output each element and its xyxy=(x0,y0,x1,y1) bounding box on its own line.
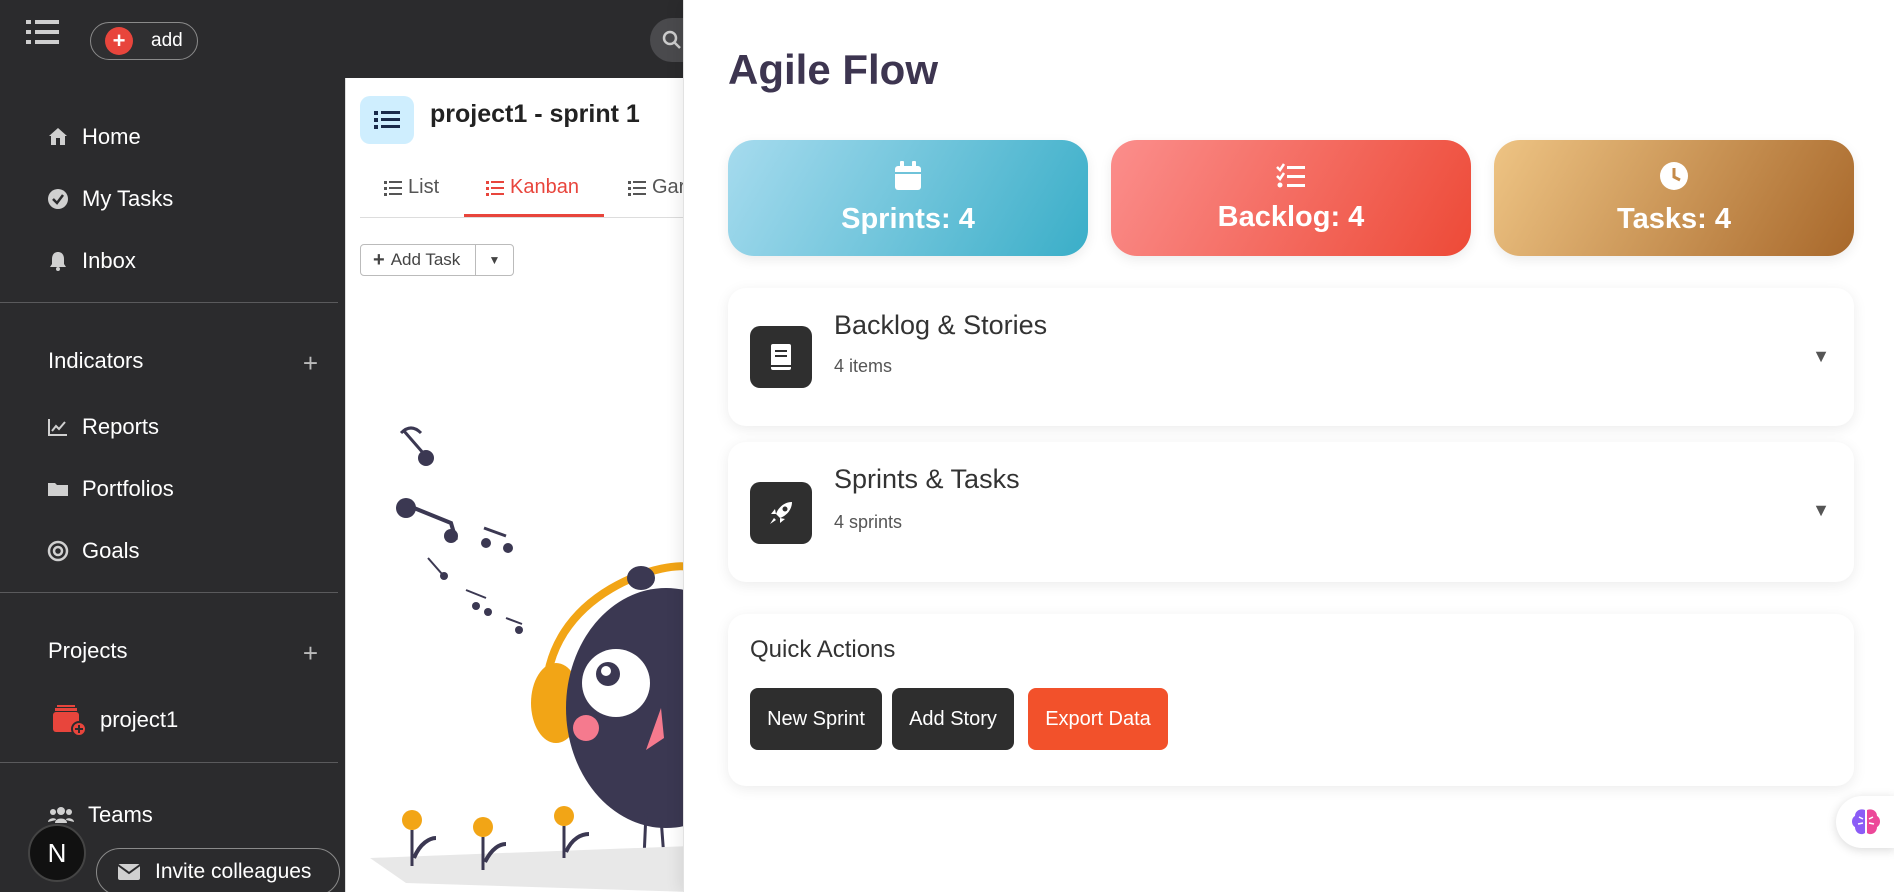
divider xyxy=(0,762,338,763)
brain-icon xyxy=(1852,809,1880,835)
invite-colleagues-button[interactable]: Invite colleagues xyxy=(96,848,340,892)
projects-title: Projects xyxy=(48,638,128,663)
add-button[interactable]: + add xyxy=(90,22,198,60)
stat-label: Backlog: 4 xyxy=(1217,200,1365,233)
list-icon xyxy=(628,180,646,196)
sidebar-item-label: Home xyxy=(82,124,141,149)
sidebar-item-label: project1 xyxy=(100,707,179,732)
tab-divider xyxy=(360,217,691,218)
empty-state-illustration xyxy=(346,318,691,892)
add-project-icon[interactable]: + xyxy=(303,638,318,669)
section-title: Backlog & Stories xyxy=(834,310,1048,340)
avatar[interactable]: N xyxy=(28,824,86,882)
sidebar: Home My Tasks Inbox Indicators + Reports… xyxy=(0,78,345,892)
tab-label: List xyxy=(408,176,440,198)
divider xyxy=(0,592,338,593)
section-subtitle: 4 sprints xyxy=(834,512,903,532)
menu-icon[interactable] xyxy=(26,18,62,48)
bell-icon xyxy=(50,252,66,271)
add-indicator-icon[interactable]: + xyxy=(303,348,318,379)
clock-icon xyxy=(1660,161,1688,190)
stat-card-backlog[interactable]: Backlog: 4 xyxy=(1111,140,1471,256)
sidebar-item-label: Reports xyxy=(82,414,160,439)
sidebar-item-project1[interactable]: project1 xyxy=(50,704,178,736)
stat-card-tasks[interactable]: Tasks: 4 xyxy=(1494,140,1854,256)
add-task-button[interactable]: + Add Task ▼ xyxy=(360,244,514,276)
stat-label: Tasks: 4 xyxy=(1617,202,1731,235)
envelope-icon xyxy=(117,864,141,880)
chevron-down-icon[interactable]: ▼ xyxy=(1812,500,1830,521)
sidebar-item-label: Teams xyxy=(88,802,153,827)
section-backlog-stories[interactable]: Backlog & Stories 4 items ▼ xyxy=(728,288,1854,426)
divider xyxy=(0,302,338,303)
sidebar-item-reports[interactable]: Reports xyxy=(46,414,159,440)
book-icon xyxy=(750,326,812,388)
search-icon xyxy=(662,30,681,49)
top-bar: + add xyxy=(0,0,710,78)
panel-title: Agile Flow xyxy=(728,46,938,93)
tab-label: Gar xyxy=(652,176,686,198)
home-icon xyxy=(49,128,67,145)
section-subtitle: 4 items xyxy=(834,356,893,376)
stat-label: Sprints: 4 xyxy=(841,202,975,235)
sidebar-item-goals[interactable]: Goals xyxy=(46,538,139,564)
sidebar-item-my-tasks[interactable]: My Tasks xyxy=(46,186,173,212)
list-icon xyxy=(360,96,414,144)
ai-assistant-button[interactable] xyxy=(1836,796,1894,848)
new-sprint-button[interactable]: New Sprint xyxy=(750,688,882,750)
active-tab-indicator xyxy=(464,214,604,217)
indicators-header: Indicators + xyxy=(48,348,318,379)
tab-list[interactable]: List xyxy=(384,176,439,199)
sidebar-item-label: My Tasks xyxy=(82,186,174,211)
indicators-title: Indicators xyxy=(48,348,144,373)
projects-header: Projects + xyxy=(48,638,318,669)
export-data-button[interactable]: Export Data xyxy=(1028,688,1168,750)
add-button-label: add xyxy=(151,30,183,51)
sidebar-item-portfolios[interactable]: Portfolios xyxy=(46,476,174,502)
calendar-icon xyxy=(895,160,921,190)
tab-label: Kanban xyxy=(510,176,579,198)
project-title: project1 - sprint 1 xyxy=(430,100,640,128)
sidebar-item-label: Goals xyxy=(82,538,140,563)
list-icon xyxy=(486,180,504,196)
agile-flow-panel: Agile Flow Sprints: 4 Backlog: 4 Tasks: … xyxy=(683,0,1894,892)
sidebar-item-home[interactable]: Home xyxy=(46,124,141,150)
check-circle-icon xyxy=(48,189,68,209)
tab-gantt[interactable]: Gar xyxy=(628,176,685,199)
sidebar-item-label: Portfolios xyxy=(82,476,174,501)
project-stack-icon xyxy=(53,705,87,736)
tab-kanban[interactable]: Kanban xyxy=(486,176,579,199)
quick-actions-title: Quick Actions xyxy=(750,636,896,663)
stat-card-sprints[interactable]: Sprints: 4 xyxy=(728,140,1088,256)
list-check-icon xyxy=(1276,162,1305,187)
chart-line-icon xyxy=(48,419,67,436)
sidebar-item-label: Inbox xyxy=(82,248,136,273)
plus-icon: + xyxy=(373,248,385,271)
section-sprints-tasks[interactable]: Sprints & Tasks 4 sprints ▼ xyxy=(728,442,1854,582)
quick-actions-card: Quick Actions New Sprint Add Story Expor… xyxy=(728,614,1854,786)
invite-label: Invite colleagues xyxy=(155,860,312,883)
list-icon xyxy=(384,180,402,196)
target-icon xyxy=(47,540,69,562)
plus-icon: + xyxy=(105,27,133,55)
section-title: Sprints & Tasks xyxy=(834,464,1020,494)
folder-icon xyxy=(48,483,68,496)
add-task-label: Add Task xyxy=(390,250,461,269)
add-story-button[interactable]: Add Story xyxy=(892,688,1014,750)
project-view: project1 - sprint 1 List Kanban Gar + Ad… xyxy=(345,78,691,892)
chevron-down-icon[interactable]: ▼ xyxy=(1812,346,1830,367)
sidebar-item-inbox[interactable]: Inbox xyxy=(46,248,136,274)
chevron-down-icon[interactable]: ▼ xyxy=(475,245,513,275)
rocket-icon xyxy=(750,482,812,544)
